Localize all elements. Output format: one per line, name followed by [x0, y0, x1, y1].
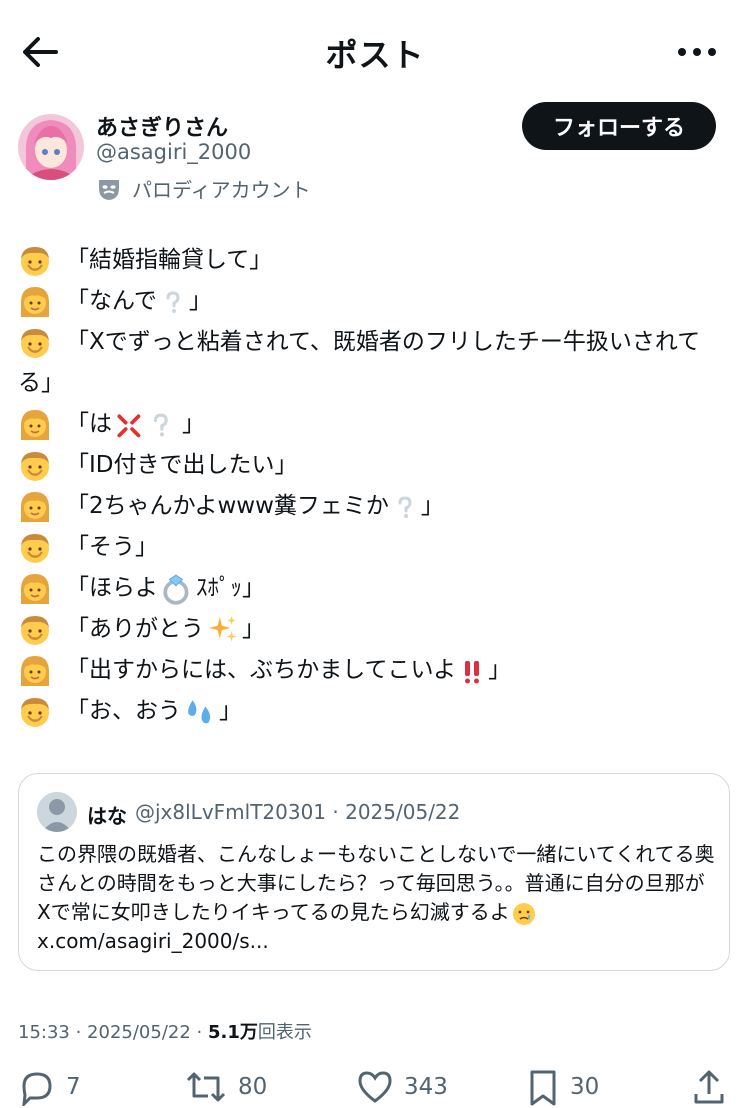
quoted-tweet[interactable]: はな @jx8lLvFmlT20301 · 2025/05/22 この界隈の既婚…: [18, 773, 730, 971]
display-name[interactable]: あさぎりさん: [96, 110, 228, 142]
dialogue-suffix: 」: [188, 288, 212, 314]
dialogue-suffix: 」: [242, 616, 265, 642]
dialogue-suffix: 」: [420, 493, 444, 519]
dialogue-line: 「2ちゃんかよwww糞フェミか 」: [18, 486, 734, 527]
avatar[interactable]: [18, 114, 84, 180]
dialogue-line: 「なんで 」: [18, 281, 734, 322]
dialogue-text: 「出すからには、ぶちかましてこいよ: [66, 657, 457, 683]
dialogue-line: 「結婚指輪貸して」: [18, 240, 734, 281]
dialogue-text: 「ありがとう: [66, 616, 204, 642]
woman-emoji-icon: [18, 572, 52, 606]
bookmark-button[interactable]: 30: [526, 1068, 599, 1106]
white-question-icon: [392, 494, 418, 520]
parody-badge: パロディアカウント: [96, 174, 311, 203]
woman-emoji-icon: [18, 490, 52, 524]
crying-face-icon: [512, 902, 535, 925]
follow-button[interactable]: フォローする: [522, 102, 716, 150]
quoted-name: はな: [87, 804, 127, 828]
sweat-drops-icon: [184, 696, 216, 728]
sparkles-icon: [207, 614, 239, 646]
bookmark-count: 30: [570, 1074, 600, 1100]
share-button[interactable]: [690, 1068, 728, 1106]
quoted-link[interactable]: x.com/asagiri_2000/s...: [37, 929, 269, 953]
heart-icon: [358, 1071, 392, 1103]
top-bar: ポスト: [0, 0, 750, 100]
dialogue-text: 「ほらよ: [66, 575, 158, 601]
man-emoji-icon: [18, 449, 52, 483]
like-button[interactable]: 343: [356, 1068, 448, 1106]
dialogue-text: 「は: [66, 411, 112, 437]
quoted-meta: @jx8lLvFmlT20301 · 2025/05/22: [135, 800, 461, 824]
dialogue-line: 「ID付きで出したい」: [18, 445, 734, 486]
post-time[interactable]: 15:33 · 2025/05/22 ·: [18, 1022, 208, 1043]
dialogue-line: 「そう」: [18, 527, 734, 568]
bookmark-icon: [530, 1070, 556, 1106]
woman-emoji-icon: [18, 285, 52, 319]
reply-count: 7: [66, 1074, 81, 1100]
dialogue-line: 「Xでずっと粘着されて、既婚者のフリしたチー牛扱いされてる」: [18, 322, 734, 404]
dialogue-suffix: 」: [182, 411, 205, 437]
woman-emoji-icon: [18, 654, 52, 688]
dialogue-line: 「ほらよ ｽﾎﾟｯ」: [18, 568, 734, 609]
dialogue-suffix: 」: [219, 698, 242, 724]
dialogue-text: 「お、おう: [66, 698, 181, 724]
action-bar: 7 80 343 30: [0, 1068, 750, 1108]
repost-icon: [186, 1072, 226, 1102]
more-options-icon[interactable]: [678, 48, 716, 56]
timestamp-row: 15:33 · 2025/05/22 · 5.1万回表示: [18, 1018, 312, 1044]
reply-button[interactable]: 7: [18, 1068, 81, 1106]
repost-button[interactable]: 80: [184, 1068, 267, 1106]
user-handle[interactable]: @asagiri_2000: [96, 140, 251, 164]
dialogue-suffix: ｽﾎﾟｯ」: [196, 575, 265, 601]
dialogue-text: 「Xでずっと粘着されて、既婚者のフリしたチー牛扱いされてる」: [18, 329, 701, 396]
white-question-icon: [160, 289, 186, 315]
repost-count: 80: [238, 1074, 268, 1100]
dialogue-line: 「ありがとう 」: [18, 609, 734, 650]
quoted-text: この界隈の既婚者、こんなしょーもないことしないで一緒にいてくれてる奥さんとの時間…: [37, 840, 717, 956]
dialogue-suffix: 」: [488, 657, 512, 683]
man-emoji-icon: [18, 531, 52, 565]
double-exclamation-icon: [459, 658, 485, 684]
man-emoji-icon: [18, 326, 52, 360]
views-label: 回表示: [257, 1022, 312, 1043]
man-emoji-icon: [18, 244, 52, 278]
page-title: ポスト: [325, 36, 425, 74]
man-emoji-icon: [18, 613, 52, 647]
tweet-text: 「結婚指輪貸して」 「なんで」「Xでずっと粘着されて、既婚者のフリしたチー牛扱いさ…: [18, 240, 734, 732]
dialogue-line: 「お、おう 」: [18, 691, 734, 732]
reply-icon: [22, 1072, 52, 1106]
dialogue-line: 「は 」: [18, 404, 734, 445]
quoted-avatar[interactable]: [37, 792, 77, 832]
like-count: 343: [404, 1074, 448, 1100]
ring-icon: [161, 573, 193, 605]
parody-label: パロディアカウント: [132, 178, 311, 202]
dialogue-text: 「2ちゃんかよwww糞フェミか: [66, 493, 389, 519]
man-emoji-icon: [18, 695, 52, 729]
mask-icon: [99, 179, 119, 200]
dialogue-text: 「そう」: [66, 534, 158, 560]
dialogue-text: 「なんで: [66, 288, 157, 314]
quoted-body: この界隈の既婚者、こんなしょーもないことしないで一緒にいてくれてる奥さんとの時間…: [37, 842, 715, 924]
dialogue-text: 「結婚指輪貸して」: [66, 247, 273, 273]
woman-emoji-icon: [18, 408, 52, 442]
share-icon: [694, 1070, 724, 1104]
anger-question-icon: [115, 412, 179, 438]
views-count: 5.1万: [207, 1022, 258, 1043]
dialogue-text: 「ID付きで出したい」: [66, 452, 298, 478]
dialogue-line: 「出すからには、ぶちかましてこいよ 」: [18, 650, 734, 691]
